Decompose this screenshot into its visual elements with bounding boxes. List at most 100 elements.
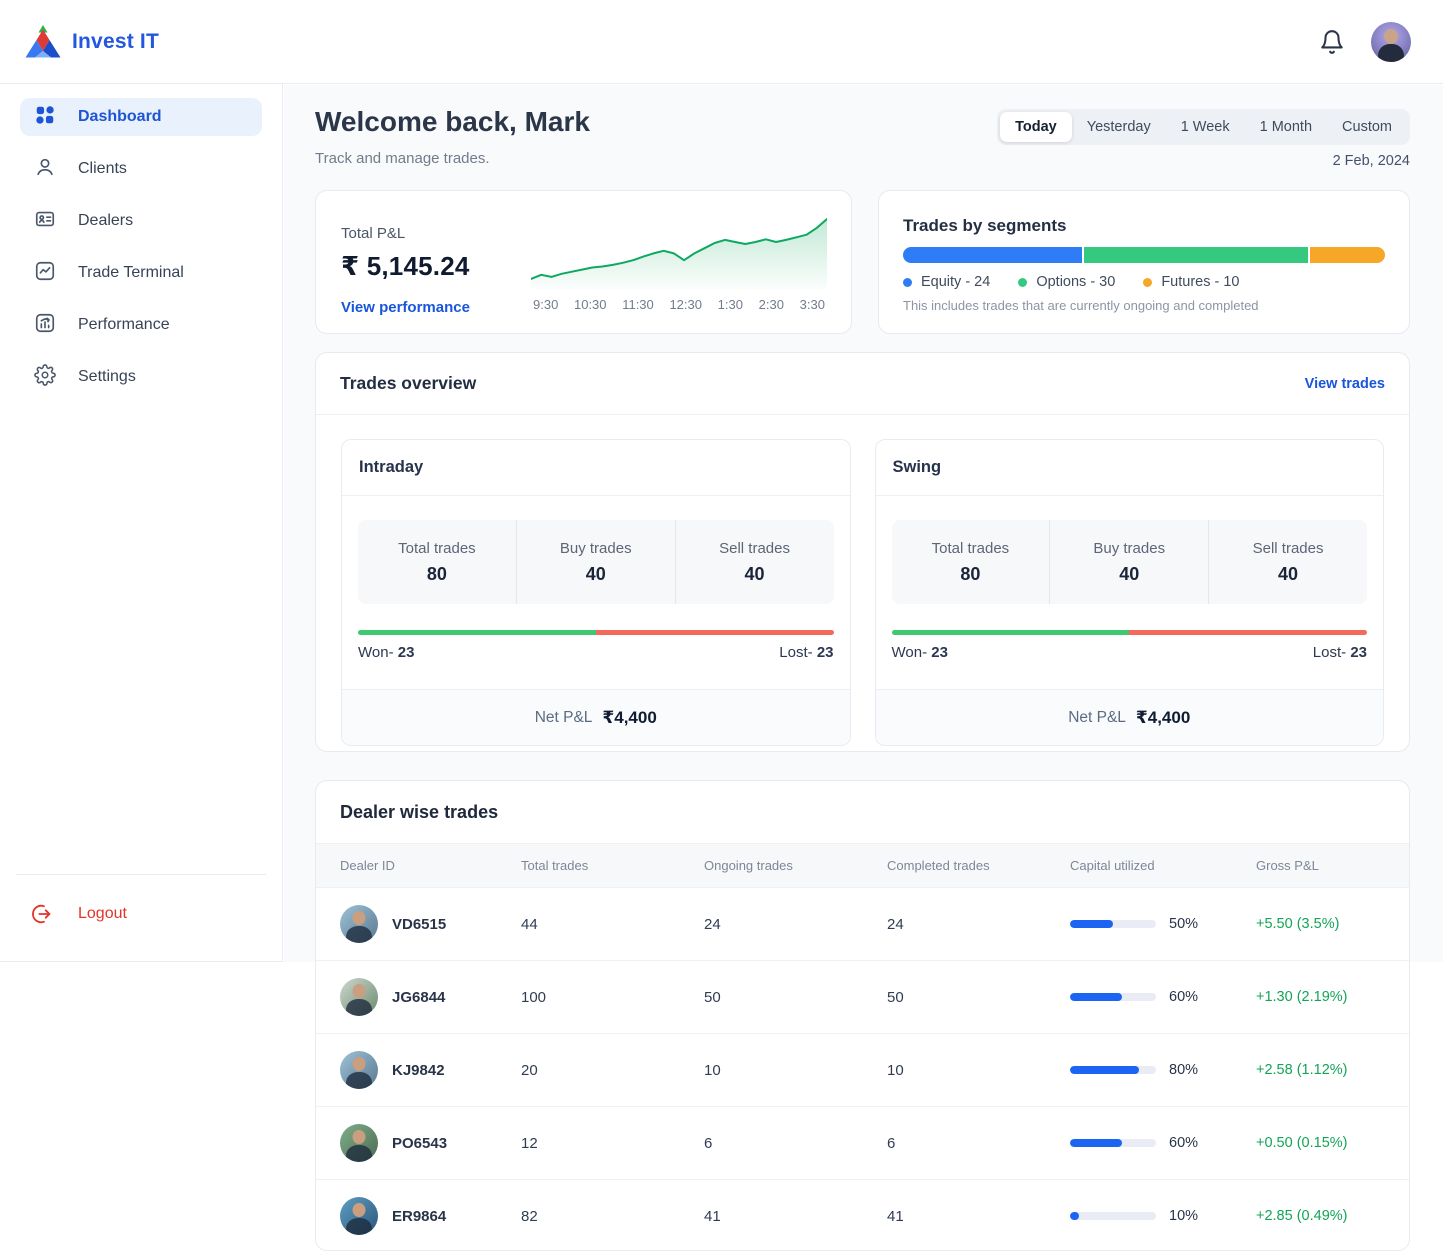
net-pnl-footer: Net P&L ₹4,400 [342, 689, 850, 745]
bar-chart-icon [34, 312, 56, 339]
brand-name: Invest IT [72, 30, 159, 54]
completed-trades-cell: 24 [887, 916, 1070, 933]
gear-icon [34, 364, 56, 391]
completed-trades-cell: 6 [887, 1135, 1070, 1152]
view-performance-link[interactable]: View performance [341, 299, 470, 316]
stat-cell: Sell trades 40 [1208, 520, 1367, 604]
trade-type-title: Intraday [359, 458, 423, 477]
sidebar-item-label: Trade Terminal [78, 264, 184, 282]
filter-tab-custom[interactable]: Custom [1327, 112, 1407, 142]
column-header-dealer-id: Dealer ID [340, 858, 521, 873]
sidebar-item-trade-terminal[interactable]: Trade Terminal [20, 254, 262, 292]
dealer-table-row[interactable]: KJ9842 20 10 10 80% +2.58 (1.12%) [316, 1033, 1409, 1106]
lost-label: Lost- 23 [1313, 644, 1367, 661]
logout-icon [32, 903, 54, 925]
segment-bar-futures [1310, 247, 1385, 263]
trade-stats-box: Total trades 80 Buy trades 40 Sell trade… [892, 520, 1368, 604]
sidebar-item-performance[interactable]: Performance [20, 306, 262, 344]
completed-trades-cell: 10 [887, 1062, 1070, 1079]
trade-type-card-swing: Swing Total trades 80 Buy trades 40 Sell… [875, 439, 1385, 746]
view-trades-link[interactable]: View trades [1305, 376, 1385, 392]
main-content: Welcome back, Mark Track and manage trad… [283, 84, 1443, 1252]
legend-label: Equity - 24 [921, 274, 990, 290]
sidebar-item-clients[interactable]: Clients [20, 150, 262, 188]
lost-bar-segment [596, 630, 834, 635]
sparkline-time-label: 9:30 [533, 297, 558, 312]
capital-percent-label: 60% [1169, 989, 1198, 1005]
sidebar-item-dealers[interactable]: Dealers [20, 202, 262, 240]
sparkline-x-labels: 9:3010:3011:3012:301:302:303:30 [531, 289, 827, 312]
column-header-ongoing-trades: Ongoing trades [704, 858, 887, 873]
user-avatar[interactable] [1371, 22, 1411, 62]
capital-progress-track [1070, 1139, 1156, 1147]
gross-pnl-cell: +2.85 (0.49%) [1256, 1208, 1385, 1224]
dealer-avatar [340, 1051, 378, 1089]
dealer-table-row[interactable]: VD6515 44 24 24 50% +5.50 (3.5%) [316, 887, 1409, 960]
capital-progress-track [1070, 1066, 1156, 1074]
dealer-table-row[interactable]: JG6844 100 50 50 60% +1.30 (2.19%) [316, 960, 1409, 1033]
legend-label: Options - 30 [1036, 274, 1115, 290]
trades-overview-title: Trades overview [340, 373, 476, 394]
stat-label: Sell trades [719, 540, 790, 557]
legend-dot-icon [1018, 278, 1027, 287]
won-label: Won- 23 [892, 644, 948, 661]
capital-utilized-cell: 10% [1070, 1208, 1256, 1224]
capital-utilized-cell: 60% [1070, 989, 1256, 1005]
dealer-id: ER9864 [392, 1208, 446, 1225]
net-pnl-value: ₹4,400 [1136, 708, 1190, 728]
legend-item: Futures - 10 [1143, 274, 1239, 290]
lost-label: Lost- 23 [779, 644, 833, 661]
sidebar-item-settings[interactable]: Settings [20, 358, 262, 396]
user-icon [34, 156, 56, 183]
capital-progress-fill [1070, 1066, 1139, 1074]
segments-legend: Equity - 24 Options - 30 Futures - 10 [903, 274, 1385, 290]
capital-percent-label: 60% [1169, 1135, 1198, 1151]
date-range-filter: TodayYesterday1 Week1 MonthCustom [997, 109, 1410, 145]
stat-cell: Total trades 80 [892, 520, 1050, 604]
stat-cell: Sell trades 40 [675, 520, 834, 604]
legend-item: Options - 30 [1018, 274, 1115, 290]
capital-progress-fill [1070, 1212, 1079, 1220]
dealer-id: VD6515 [392, 916, 446, 933]
sidebar-nav: Dashboard Clients Dealers Trade Terminal… [0, 84, 282, 410]
dealer-id: PO6543 [392, 1135, 447, 1152]
dealer-table-row[interactable]: ER9864 82 41 41 10% +2.85 (0.49%) [316, 1179, 1409, 1251]
lost-bar-segment [1129, 630, 1367, 635]
dealer-table-row[interactable]: PO6543 12 6 6 60% +0.50 (0.15%) [316, 1106, 1409, 1179]
brand-logo-icon [24, 24, 62, 60]
capital-progress-track [1070, 993, 1156, 1001]
capital-utilized-cell: 80% [1070, 1062, 1256, 1078]
notifications-bell-icon[interactable] [1319, 29, 1345, 55]
stat-label: Buy trades [560, 540, 632, 557]
sidebar-item-dashboard[interactable]: Dashboard [20, 98, 262, 136]
logout-button[interactable]: Logout [16, 903, 143, 925]
filter-tab-yesterday[interactable]: Yesterday [1072, 112, 1166, 142]
filter-tab-today[interactable]: Today [1000, 112, 1072, 142]
stat-label: Total trades [932, 540, 1010, 557]
net-pnl-footer: Net P&L ₹4,400 [876, 689, 1384, 745]
dealer-table-header: Dealer IDTotal tradesOngoing tradesCompl… [316, 843, 1409, 887]
completed-trades-cell: 41 [887, 1208, 1070, 1225]
dealer-avatar [340, 1197, 378, 1235]
filter-tab-1-week[interactable]: 1 Week [1166, 112, 1245, 142]
sidebar-item-label: Dealers [78, 212, 133, 230]
sparkline-time-label: 3:30 [800, 297, 825, 312]
capital-percent-label: 10% [1169, 1208, 1198, 1224]
column-header-total-trades: Total trades [521, 858, 704, 873]
dealer-id: JG6844 [392, 989, 445, 1006]
stat-value: 40 [1278, 564, 1298, 585]
capital-progress-track [1070, 1212, 1156, 1220]
filter-tab-1-month[interactable]: 1 Month [1245, 112, 1327, 142]
legend-label: Futures - 10 [1161, 274, 1239, 290]
gross-pnl-cell: +0.50 (0.15%) [1256, 1135, 1385, 1151]
stat-cell: Total trades 80 [358, 520, 516, 604]
page-title: Welcome back, Mark [315, 106, 590, 138]
legend-item: Equity - 24 [903, 274, 990, 290]
capital-utilized-cell: 60% [1070, 1135, 1256, 1151]
won-bar-segment [358, 630, 596, 635]
stat-cell: Buy trades 40 [1049, 520, 1208, 604]
capital-progress-fill [1070, 993, 1122, 1001]
sidebar-item-label: Dashboard [78, 108, 162, 126]
stat-label: Total trades [398, 540, 476, 557]
sparkline-time-label: 11:30 [622, 297, 654, 312]
